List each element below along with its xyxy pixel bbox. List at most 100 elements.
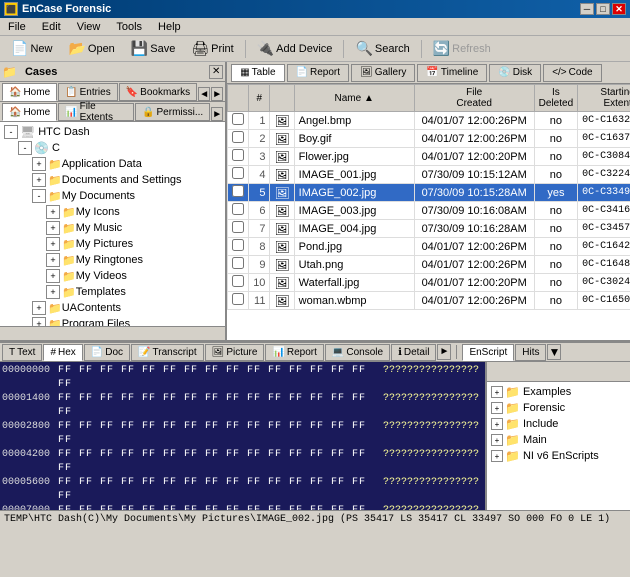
enscript-tree-item[interactable]: + 📁 NI v6 EnScripts [487, 448, 630, 464]
view-tab-disk[interactable]: 💿 Disk [489, 64, 541, 82]
cases-panel-close[interactable]: ✕ [209, 65, 223, 79]
expand-htcdash[interactable]: - [4, 125, 18, 139]
enscript-expand[interactable]: + [491, 402, 503, 414]
sub-tab-permissions[interactable]: 🔒 Permissi... [135, 103, 210, 121]
view-tab-timeline[interactable]: 📅 Timeline [417, 64, 487, 82]
enscript-tree-item[interactable]: + 📁 Forensic [487, 400, 630, 416]
col-extent[interactable]: StartingExtent [578, 85, 630, 112]
hex-viewer[interactable]: 00000000 FF FF FF FF FF FF FF FF FF FF F… [0, 362, 485, 510]
tree-item-docsettings[interactable]: + 📁 Documents and Settings [0, 172, 225, 188]
enscript-tree[interactable]: + 📁 Examples + 📁 Forensic + 📁 Include + … [487, 382, 630, 510]
more-tabs-arrow[interactable]: ► [437, 344, 451, 360]
tree-item-mydocs[interactable]: - 📁 My Documents [0, 188, 225, 204]
col-deleted[interactable]: IsDeleted [534, 85, 577, 112]
table-row[interactable]: 1 🖼 Angel.bmp 04/01/07 12:00:26PM no 0C-… [228, 112, 630, 130]
row-checkbox[interactable] [228, 220, 249, 238]
table-row[interactable]: 3 🖼 Flower.jpg 04/01/07 12:00:20PM no 0C… [228, 148, 630, 166]
nav-next[interactable]: ► [211, 87, 223, 101]
print-button[interactable]: 🖨 Print [184, 38, 240, 60]
menu-file[interactable]: File [4, 20, 30, 34]
row-checkbox[interactable] [228, 130, 249, 148]
row-checkbox[interactable] [228, 148, 249, 166]
row-checkbox[interactable] [228, 292, 249, 310]
expand-c[interactable]: - [18, 141, 32, 155]
minimize-button[interactable]: ─ [580, 3, 594, 15]
bottom-tab-doc[interactable]: 📄 Doc [84, 344, 130, 361]
tree-item-mymusic[interactable]: + 📁 My Music [0, 220, 225, 236]
nav-prev[interactable]: ◄ [198, 87, 210, 101]
sub-tab-home[interactable]: 🏠 Home [2, 103, 57, 121]
sub-nav-next[interactable]: ► [211, 107, 223, 121]
tree-item-programfiles[interactable]: + 📁 Program Files [0, 316, 225, 326]
menu-edit[interactable]: Edit [38, 20, 65, 34]
tree-item-mypictures[interactable]: + 📁 My Pictures [0, 236, 225, 252]
enscript-expand[interactable]: + [491, 386, 503, 398]
row-checkbox[interactable] [228, 166, 249, 184]
add-device-button[interactable]: 🔌 Add Device [250, 38, 340, 60]
table-row[interactable]: 11 🖼 woman.wbmp 04/01/07 12:00:26PM no 0… [228, 292, 630, 310]
file-table-container[interactable]: # Name ▲ FileCreated IsDeleted StartingE… [227, 84, 630, 340]
expand-templates[interactable]: + [46, 285, 60, 299]
table-row[interactable]: 10 🖼 Waterfall.jpg 04/01/07 12:00:20PM n… [228, 274, 630, 292]
expand-uacontents[interactable]: + [32, 301, 46, 315]
table-row[interactable]: 4 🖼 IMAGE_001.jpg 07/30/09 10:15:12AM no… [228, 166, 630, 184]
menu-view[interactable]: View [73, 20, 105, 34]
bottom-tab-hex[interactable]: # Hex [43, 344, 82, 361]
view-tab-gallery[interactable]: 🖼 Gallery [351, 64, 415, 82]
expand-appdata[interactable]: + [32, 157, 46, 171]
tree-item-myicons[interactable]: + 📁 My Icons [0, 204, 225, 220]
tab-bookmarks[interactable]: 🔖 Bookmarks [119, 83, 197, 101]
table-row[interactable]: 7 🖼 IMAGE_004.jpg 07/30/09 10:16:28AM no… [228, 220, 630, 238]
view-tab-report[interactable]: 📄 Report [287, 64, 349, 82]
tree-item-myvideos[interactable]: + 📁 My Videos [0, 268, 225, 284]
tab-entries[interactable]: 📋 Entries [58, 83, 118, 101]
save-button[interactable]: 💾 Save [124, 38, 183, 60]
filter-button[interactable]: ▼ [547, 344, 561, 360]
enscript-expand[interactable]: + [491, 450, 503, 462]
expand-programfiles[interactable]: + [32, 317, 46, 326]
enscript-tree-item[interactable]: + 📁 Main [487, 432, 630, 448]
enscript-expand[interactable]: + [491, 434, 503, 446]
row-checkbox[interactable] [228, 184, 249, 202]
bottom-tab-hits[interactable]: Hits [515, 344, 546, 361]
row-checkbox[interactable] [228, 274, 249, 292]
table-row[interactable]: 6 🖼 IMAGE_003.jpg 07/30/09 10:16:08AM no… [228, 202, 630, 220]
bottom-tab-report[interactable]: 📊 Report [265, 344, 323, 361]
col-created[interactable]: FileCreated [414, 85, 534, 112]
row-checkbox[interactable] [228, 238, 249, 256]
bottom-tab-console[interactable]: 💻 Console [325, 344, 390, 361]
view-tab-table[interactable]: ▦ Table [231, 64, 284, 82]
enscript-expand[interactable]: + [491, 418, 503, 430]
row-checkbox[interactable] [228, 202, 249, 220]
expand-myvideos[interactable]: + [46, 269, 60, 283]
tree-item-c[interactable]: - 💿 C [0, 140, 225, 156]
enscript-tree-item[interactable]: + 📁 Examples [487, 384, 630, 400]
enscript-tree-item[interactable]: + 📁 Include [487, 416, 630, 432]
search-button[interactable]: 🔍 Search [348, 38, 416, 60]
menu-tools[interactable]: Tools [112, 20, 146, 34]
table-row[interactable]: 5 🖼 IMAGE_002.jpg 07/30/09 10:15:28AM ye… [228, 184, 630, 202]
tree-item-htcdash[interactable]: - 🖥 HTC Dash [0, 124, 225, 140]
refresh-button[interactable]: 🔄 Refresh [426, 38, 498, 60]
row-checkbox[interactable] [228, 256, 249, 274]
tree-item-templates[interactable]: + 📁 Templates [0, 284, 225, 300]
col-name[interactable]: Name ▲ [294, 85, 414, 112]
table-row[interactable]: 9 🖼 Utah.png 04/01/07 12:00:26PM no 0C-C… [228, 256, 630, 274]
file-tree[interactable]: - 🖥 HTC Dash - 💿 C + 📁 Application Data … [0, 122, 225, 326]
row-checkbox[interactable] [228, 112, 249, 130]
tree-scrollbar-h[interactable] [0, 326, 225, 340]
expand-myicons[interactable]: + [46, 205, 60, 219]
open-button[interactable]: 📂 Open [61, 38, 121, 60]
tree-item-myringtones[interactable]: + 📁 My Ringtones [0, 252, 225, 268]
expand-mypictures[interactable]: + [46, 237, 60, 251]
maximize-button[interactable]: □ [596, 3, 610, 15]
sub-tab-file-extents[interactable]: 📊 File Extents [58, 103, 134, 121]
bottom-tab-text[interactable]: T Text [2, 344, 42, 361]
tab-home[interactable]: 🏠 Home [2, 83, 57, 101]
bottom-tab-detail[interactable]: ℹ Detail [391, 344, 436, 361]
expand-mymusic[interactable]: + [46, 221, 60, 235]
table-row[interactable]: 2 🖼 Boy.gif 04/01/07 12:00:26PM no 0C-C1… [228, 130, 630, 148]
bottom-tab-enscript[interactable]: EnScript [462, 344, 514, 361]
expand-docsettings[interactable]: + [32, 173, 46, 187]
menu-help[interactable]: Help [154, 20, 185, 34]
